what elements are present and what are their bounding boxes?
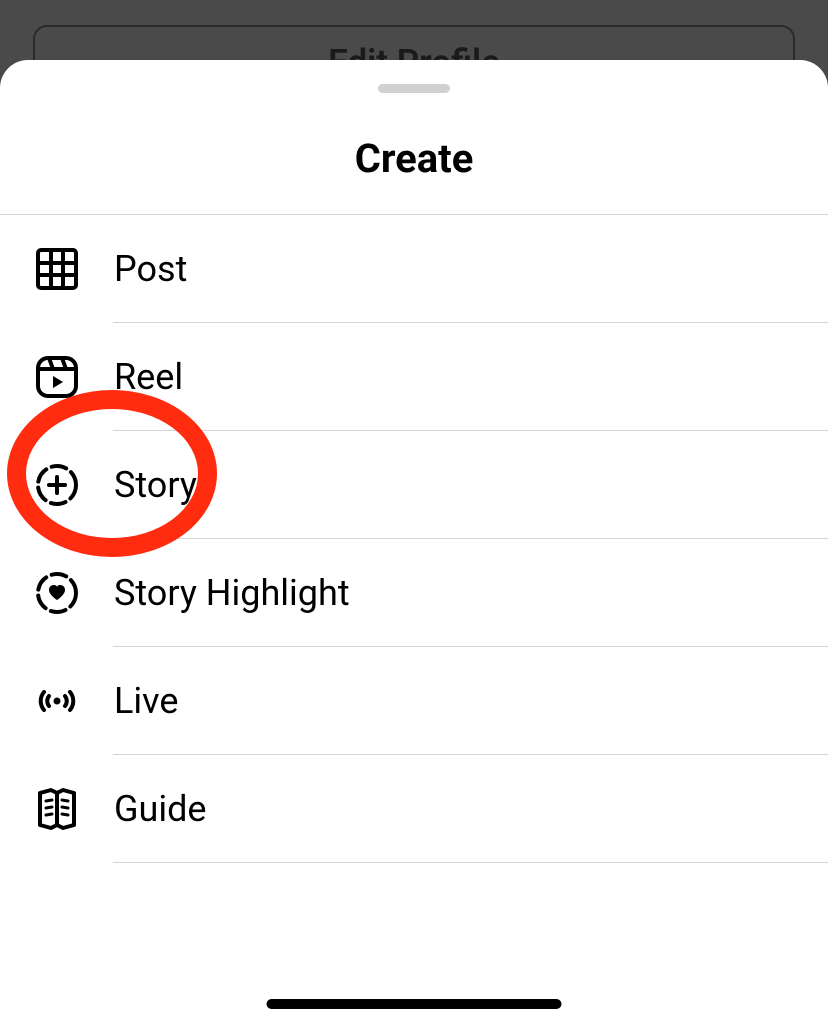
menu-item-label: Story [114, 464, 197, 506]
menu-item-guide[interactable]: Guide [0, 755, 828, 863]
menu-item-label: Post [114, 248, 187, 290]
create-sheet: Create Post [0, 60, 828, 1025]
reel-icon [18, 355, 96, 399]
story-plus-icon [18, 462, 96, 508]
menu-item-story-highlight[interactable]: Story Highlight [0, 539, 828, 647]
create-menu: Post Reel [0, 215, 828, 863]
menu-item-story[interactable]: Story [0, 431, 828, 539]
grid-icon [18, 248, 96, 290]
sheet-title: Create [0, 135, 828, 215]
sheet-grabber[interactable] [378, 84, 450, 93]
live-icon [18, 678, 96, 724]
guide-icon [18, 786, 96, 832]
divider [113, 862, 828, 863]
home-indicator[interactable] [267, 999, 562, 1009]
menu-item-label: Guide [114, 788, 207, 830]
menu-item-post[interactable]: Post [0, 215, 828, 323]
story-heart-icon [18, 570, 96, 616]
menu-item-label: Reel [114, 356, 183, 398]
menu-item-reel[interactable]: Reel [0, 323, 828, 431]
menu-item-label: Story Highlight [114, 572, 350, 614]
menu-item-label: Live [114, 680, 178, 722]
menu-item-live[interactable]: Live [0, 647, 828, 755]
